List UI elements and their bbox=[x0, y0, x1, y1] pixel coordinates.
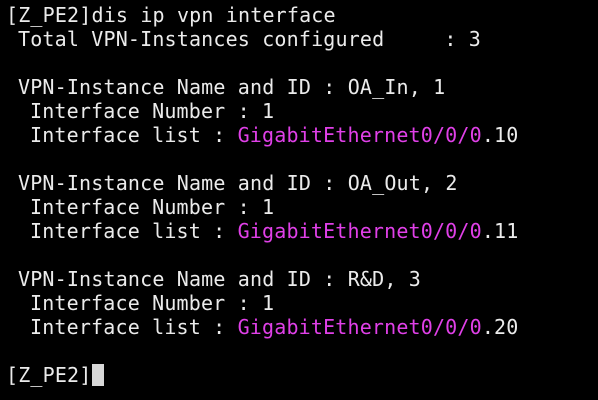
instance-name-value: R&D, 3 bbox=[347, 267, 421, 291]
command-line: [Z_PE2]dis ip vpn interface bbox=[6, 3, 598, 27]
interface-number-line: Interface Number : 1 bbox=[6, 195, 598, 219]
interface-list-label: Interface list : bbox=[30, 315, 238, 339]
prompt: [Z_PE2] bbox=[6, 3, 92, 27]
total-label: Total VPN-Instances configured bbox=[18, 27, 385, 51]
final-prompt-line[interactable]: [Z_PE2] bbox=[6, 363, 598, 387]
interface-list-line: Interface list : GigabitEthernet0/0/0.20 bbox=[6, 315, 598, 339]
total-sep: : bbox=[444, 27, 469, 51]
terminal-window[interactable]: [Z_PE2]dis ip vpn interface Total VPN-In… bbox=[0, 0, 598, 400]
instance-name-line: VPN-Instance Name and ID : R&D, 3 bbox=[6, 267, 598, 291]
interface-number-line: Interface Number : 1 bbox=[6, 291, 598, 315]
total-value: 3 bbox=[468, 27, 481, 51]
interface-list-line: Interface list : GigabitEthernet0/0/0.11 bbox=[6, 219, 598, 243]
interface-name: GigabitEthernet0/0/0 bbox=[237, 315, 482, 339]
command-text: dis ip vpn interface bbox=[91, 3, 336, 27]
total-line: Total VPN-Instances configured: 3 bbox=[6, 27, 598, 51]
interface-list-label: Interface list : bbox=[30, 219, 238, 243]
final-prompt: [Z_PE2] bbox=[6, 363, 92, 387]
interface-number-line: Interface Number : 1 bbox=[6, 99, 598, 123]
interface-subif: .11 bbox=[481, 219, 519, 243]
instance-name-label: VPN-Instance Name and ID : bbox=[18, 267, 348, 291]
interface-number-value: 1 bbox=[262, 195, 275, 219]
instance-name-line: VPN-Instance Name and ID : OA_In, 1 bbox=[6, 75, 598, 99]
instance-name-value: OA_Out, 2 bbox=[347, 171, 458, 195]
interface-number-label: Interface Number : bbox=[30, 99, 263, 123]
interface-number-label: Interface Number : bbox=[30, 291, 263, 315]
interface-number-value: 1 bbox=[262, 291, 275, 315]
instance-name-label: VPN-Instance Name and ID : bbox=[18, 75, 348, 99]
interface-subif: .10 bbox=[481, 123, 519, 147]
interface-name: GigabitEthernet0/0/0 bbox=[237, 123, 482, 147]
interface-subif: .20 bbox=[481, 315, 519, 339]
interface-number-label: Interface Number : bbox=[30, 195, 263, 219]
interface-number-value: 1 bbox=[262, 99, 275, 123]
interface-name: GigabitEthernet0/0/0 bbox=[237, 219, 482, 243]
interface-list-label: Interface list : bbox=[30, 123, 238, 147]
instance-name-label: VPN-Instance Name and ID : bbox=[18, 171, 348, 195]
instance-name-line: VPN-Instance Name and ID : OA_Out, 2 bbox=[6, 171, 598, 195]
interface-list-line: Interface list : GigabitEthernet0/0/0.10 bbox=[6, 123, 598, 147]
instance-name-value: OA_In, 1 bbox=[347, 75, 446, 99]
text-cursor bbox=[92, 364, 105, 386]
